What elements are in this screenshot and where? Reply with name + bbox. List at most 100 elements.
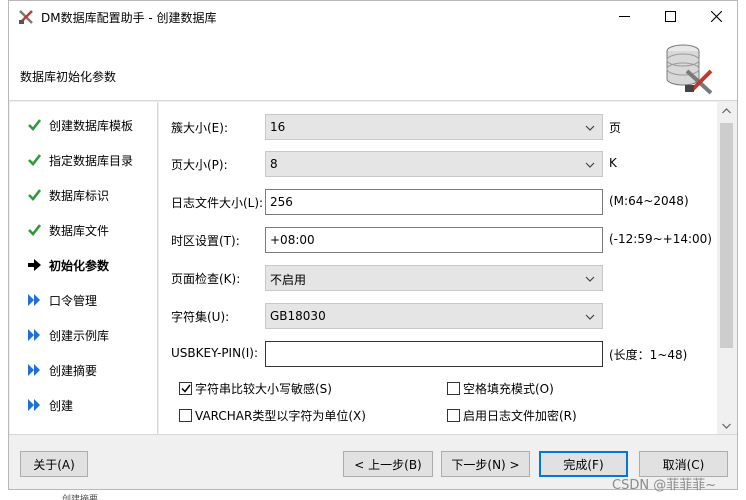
close-icon bbox=[710, 11, 722, 22]
database-config-icon bbox=[666, 44, 713, 95]
step-label: 创建摘要 bbox=[49, 363, 98, 378]
step-label: 指定数据库目录 bbox=[49, 153, 134, 168]
step-label: 口令管理 bbox=[49, 293, 98, 308]
extent-size-unit: 页 bbox=[609, 121, 622, 135]
page-size-select[interactable]: 8 bbox=[265, 151, 603, 177]
usbkey-pin-label: USBKEY-PIN(I): bbox=[171, 346, 259, 360]
chevron-up-icon bbox=[722, 107, 731, 113]
page-check-row: 页面检查(K): 不启用 bbox=[159, 265, 717, 291]
chevron-down-icon bbox=[585, 276, 595, 282]
chevron-down-icon bbox=[722, 423, 731, 429]
step-label: 数据库文件 bbox=[49, 223, 110, 238]
checkbox-box bbox=[447, 408, 460, 422]
scroll-thumb[interactable] bbox=[720, 123, 733, 348]
init-params-form: 簇大小(E): 16 页 页大小(P): 8 K 日志文件大小(L): (M:6… bbox=[159, 102, 717, 434]
step-label: 初始化参数 bbox=[49, 258, 110, 273]
double-chevron-icon bbox=[27, 293, 41, 307]
checkmark-icon bbox=[27, 188, 41, 202]
page-size-unit: K bbox=[609, 156, 617, 170]
scroll-up-button[interactable] bbox=[717, 102, 736, 119]
timezone-label: 时区设置(T): bbox=[171, 234, 240, 248]
charset-value: GB18030 bbox=[270, 309, 326, 323]
maximize-button[interactable] bbox=[647, 1, 693, 32]
next-button[interactable]: 下一步(N) > bbox=[441, 451, 530, 477]
step-item-sample-db: 创建示例库 bbox=[10, 320, 158, 350]
extent-size-label: 簇大小(E): bbox=[171, 121, 228, 135]
minimize-icon bbox=[618, 16, 630, 17]
step-item-files: 数据库文件 bbox=[10, 215, 158, 245]
checkbox-box bbox=[179, 381, 192, 395]
step-label: 创建 bbox=[49, 398, 74, 413]
tools-icon bbox=[19, 10, 33, 24]
dialog-window: DM数据库配置助手 - 创建数据库 数据库初始化参数 创建数据库模板 指定数据库… bbox=[8, 0, 738, 490]
step-label: 创建示例库 bbox=[49, 328, 110, 343]
watermark: CSDN @菲菲菲~ bbox=[612, 478, 717, 493]
double-chevron-icon bbox=[27, 398, 41, 412]
blank-pad-label: 空格填充模式(O) bbox=[463, 381, 554, 396]
log-size-range: (M:64~2048) bbox=[609, 194, 689, 208]
checkmark-icon bbox=[27, 153, 41, 167]
extent-size-value: 16 bbox=[270, 120, 286, 134]
log-encrypt-checkbox[interactable]: 启用日志文件加密(R) bbox=[447, 406, 577, 424]
page-size-label: 页大小(P): bbox=[171, 158, 228, 172]
about-button[interactable]: 关于(A) bbox=[20, 451, 88, 477]
maximize-icon bbox=[664, 11, 676, 22]
background-step-label: 创建摘要 bbox=[62, 495, 99, 500]
chevron-down-icon bbox=[585, 314, 595, 320]
step-item-create: 创建 bbox=[10, 390, 158, 420]
checkbox-box bbox=[447, 381, 460, 395]
back-button[interactable]: < 上一步(B) bbox=[343, 451, 433, 477]
title-bar: DM数据库配置助手 - 创建数据库 bbox=[9, 1, 737, 32]
blank-pad-checkbox[interactable]: 空格填充模式(O) bbox=[447, 379, 554, 397]
double-chevron-icon bbox=[27, 363, 41, 377]
minimize-button[interactable] bbox=[601, 1, 647, 32]
log-size-input[interactable] bbox=[265, 189, 603, 215]
page-title: 数据库初始化参数 bbox=[20, 70, 117, 84]
log-size-row: 日志文件大小(L): (M:64~2048) bbox=[159, 189, 717, 215]
log-size-label: 日志文件大小(L): bbox=[171, 196, 264, 210]
step-item-summary: 创建摘要 bbox=[10, 355, 158, 385]
scroll-down-button[interactable] bbox=[717, 417, 736, 434]
step-label: 创建数据库模板 bbox=[49, 118, 134, 133]
window-title: DM数据库配置助手 - 创建数据库 bbox=[41, 11, 217, 25]
varchar-char-checkbox[interactable]: VARCHAR类型以字符为单位(X) bbox=[179, 406, 366, 424]
case-sensitive-checkbox[interactable]: 字符串比较大小写敏感(S) bbox=[179, 379, 332, 397]
step-item-directory: 指定数据库目录 bbox=[10, 145, 158, 175]
checkmark-icon bbox=[27, 118, 41, 132]
step-item-init-params: 初始化参数 bbox=[10, 250, 158, 280]
page-check-label: 页面检查(K): bbox=[171, 272, 241, 286]
checkmark-icon bbox=[180, 384, 191, 393]
timezone-row: 时区设置(T): (-12:59~+14:00) bbox=[159, 227, 717, 253]
close-button[interactable] bbox=[693, 1, 739, 32]
charset-label: 字符集(U): bbox=[171, 310, 230, 324]
timezone-input[interactable] bbox=[265, 227, 603, 253]
vertical-scrollbar[interactable] bbox=[717, 102, 736, 434]
wizard-header: 数据库初始化参数 bbox=[9, 32, 737, 101]
step-label: 数据库标识 bbox=[49, 188, 110, 203]
step-item-template: 创建数据库模板 bbox=[10, 110, 158, 140]
page-size-row: 页大小(P): 8 K bbox=[159, 151, 717, 177]
log-encrypt-label: 启用日志文件加密(R) bbox=[463, 408, 577, 423]
step-item-identity: 数据库标识 bbox=[10, 180, 158, 210]
chevron-down-icon bbox=[585, 125, 595, 131]
case-sensitive-label: 字符串比较大小写敏感(S) bbox=[195, 381, 332, 396]
step-list: 创建数据库模板 指定数据库目录 数据库标识 数据库文件 初始化参数 口令管理 创… bbox=[10, 102, 158, 434]
step-item-password: 口令管理 bbox=[10, 285, 158, 315]
checkmark-icon bbox=[27, 223, 41, 237]
timezone-range: (-12:59~+14:00) bbox=[609, 232, 712, 246]
extent-size-select[interactable]: 16 bbox=[265, 114, 603, 140]
usbkey-pin-length: (长度：1~48) bbox=[609, 348, 688, 362]
usbkey-pin-input[interactable] bbox=[265, 341, 603, 367]
extent-size-row: 簇大小(E): 16 页 bbox=[159, 114, 717, 140]
footer-divider bbox=[9, 434, 737, 435]
page-check-value: 不启用 bbox=[270, 273, 307, 287]
varchar-char-label: VARCHAR类型以字符为单位(X) bbox=[195, 408, 366, 423]
usbkey-pin-row: USBKEY-PIN(I): (长度：1~48) bbox=[159, 341, 717, 367]
page-size-value: 8 bbox=[270, 157, 278, 171]
charset-select[interactable]: GB18030 bbox=[265, 303, 603, 329]
current-arrow-icon bbox=[27, 258, 41, 272]
chevron-down-icon bbox=[585, 162, 595, 168]
double-chevron-icon bbox=[27, 328, 41, 342]
page-check-select[interactable]: 不启用 bbox=[265, 265, 603, 291]
checkbox-box bbox=[179, 408, 192, 422]
